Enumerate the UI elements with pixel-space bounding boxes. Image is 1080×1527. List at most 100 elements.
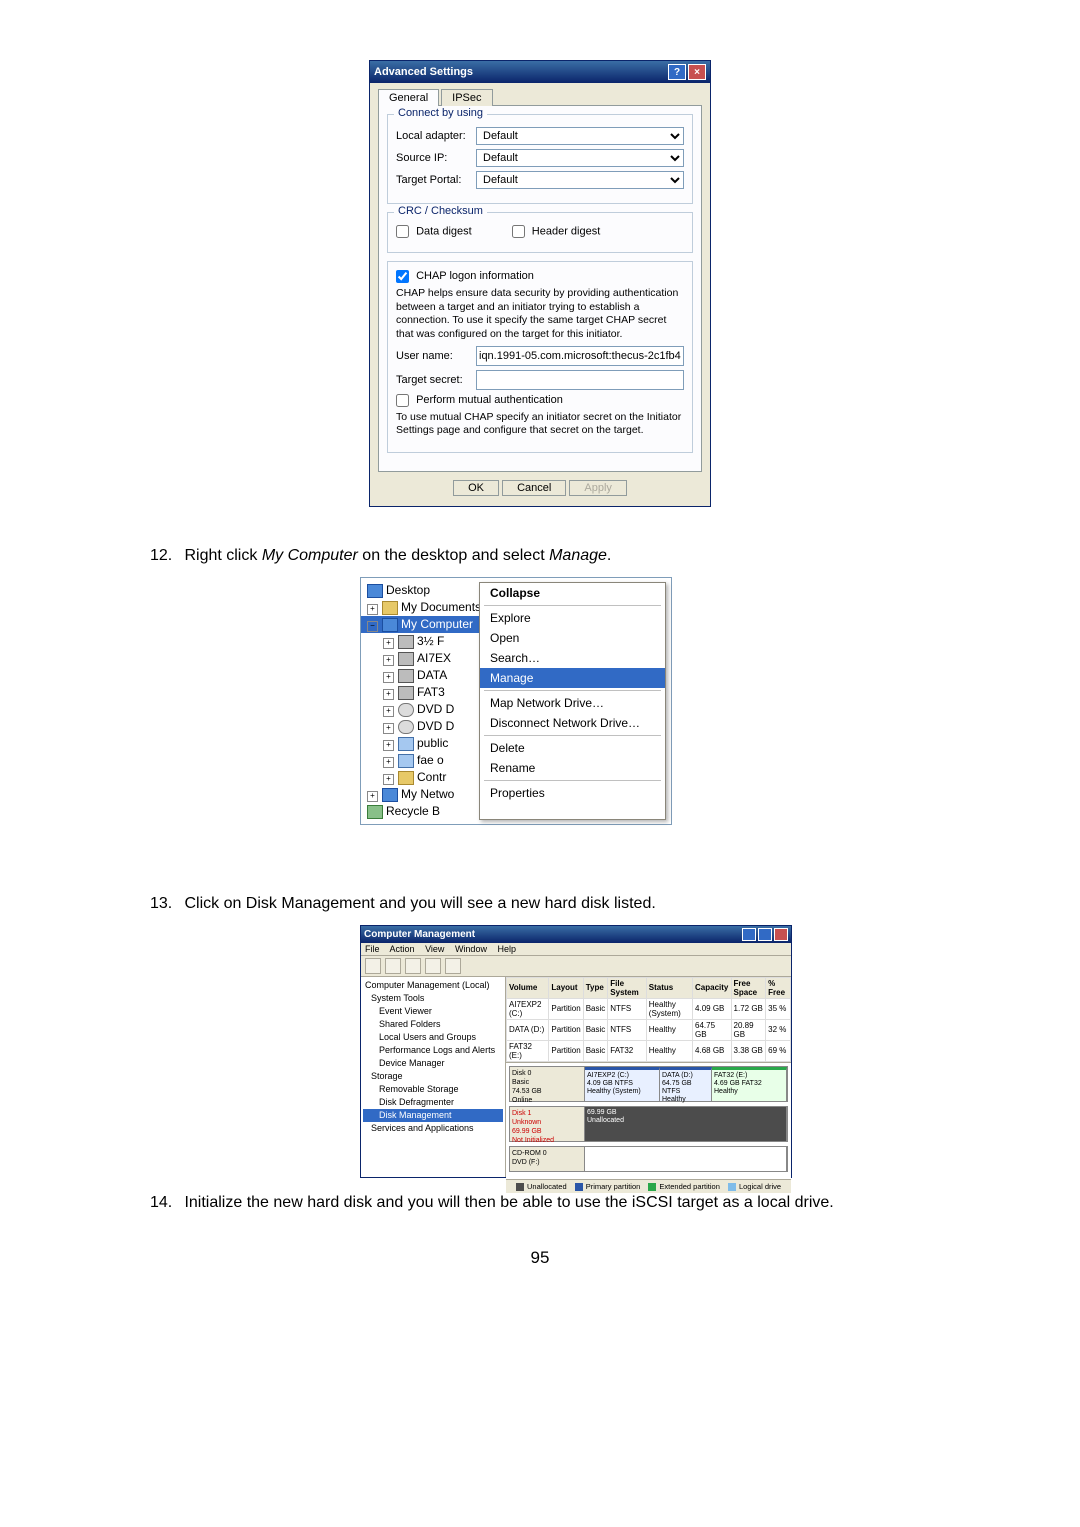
tree-item[interactable]: +DATA: [361, 667, 479, 684]
ok-button[interactable]: OK: [453, 480, 499, 496]
cm-tree-item[interactable]: Services and Applications: [363, 1122, 503, 1135]
menu-search[interactable]: Search…: [480, 648, 665, 668]
partition-unallocated[interactable]: 69.99 GBUnallocated: [585, 1107, 787, 1141]
expand-icon[interactable]: +: [383, 757, 394, 768]
expand-icon[interactable]: +: [383, 638, 394, 649]
menu-disconnect-drive[interactable]: Disconnect Network Drive…: [480, 713, 665, 733]
local-adapter-select[interactable]: Default: [476, 127, 684, 145]
menu-properties[interactable]: Properties: [480, 783, 665, 803]
expand-icon[interactable]: +: [383, 723, 394, 734]
expand-icon[interactable]: +: [383, 706, 394, 717]
cm-tree-item[interactable]: Performance Logs and Alerts: [363, 1044, 503, 1057]
tree-item[interactable]: +FAT3: [361, 684, 479, 701]
recycle-bin-icon: [367, 805, 383, 819]
tree-item[interactable]: +3½ F: [361, 633, 479, 650]
toolbar-button[interactable]: [445, 958, 461, 974]
tree-my-network[interactable]: +My Netwo: [361, 786, 479, 803]
tab-general[interactable]: General: [378, 89, 439, 106]
tree-item[interactable]: +DVD D: [361, 718, 479, 735]
menu-collapse[interactable]: Collapse: [480, 583, 665, 603]
col-header[interactable]: Free Space: [731, 977, 766, 998]
toolbar-button[interactable]: [365, 958, 381, 974]
tree-item[interactable]: +AI7EX: [361, 650, 479, 667]
disk-0-row[interactable]: Disk 0Basic74.53 GBOnline AI7EXP2 (C:)4.…: [509, 1066, 788, 1102]
chap-logon-checkbox[interactable]: CHAP logon information: [396, 270, 534, 282]
expand-icon[interactable]: +: [383, 672, 394, 683]
tree-item[interactable]: +Contr: [361, 769, 479, 786]
table-row[interactable]: FAT32 (E:)PartitionBasicFAT32Healthy4.68…: [507, 1040, 791, 1061]
cm-tree-item[interactable]: System Tools: [363, 992, 503, 1005]
target-secret-input[interactable]: [476, 370, 684, 390]
menu-open[interactable]: Open: [480, 628, 665, 648]
cm-tree-item[interactable]: Event Viewer: [363, 1005, 503, 1018]
cancel-button[interactable]: Cancel: [502, 480, 566, 496]
col-header[interactable]: Volume: [507, 977, 549, 998]
partition-c[interactable]: AI7EXP2 (C:)4.09 GB NTFSHealthy (System): [585, 1067, 660, 1101]
partition-e[interactable]: FAT32 (E:)4.69 GB FAT32Healthy: [712, 1067, 787, 1101]
header-digest-input[interactable]: [512, 225, 525, 238]
menu-explore[interactable]: Explore: [480, 608, 665, 628]
header-digest-checkbox[interactable]: Header digest: [512, 225, 601, 238]
col-header[interactable]: Layout: [549, 977, 583, 998]
user-name-input[interactable]: [476, 346, 684, 366]
expand-icon[interactable]: +: [383, 740, 394, 751]
cdrom-row[interactable]: CD-ROM 0DVD (F:): [509, 1146, 788, 1172]
col-header[interactable]: % Free: [766, 977, 791, 998]
cm-tree-item[interactable]: Local Users and Groups: [363, 1031, 503, 1044]
chap-logon-input[interactable]: [396, 270, 409, 283]
toolbar-button[interactable]: [385, 958, 401, 974]
col-header[interactable]: Type: [583, 977, 608, 998]
cm-tree-item[interactable]: Removable Storage: [363, 1083, 503, 1096]
close-icon[interactable]: ×: [688, 64, 706, 80]
tree-item[interactable]: +DVD D: [361, 701, 479, 718]
cm-tree-disk-management[interactable]: Disk Management: [363, 1109, 503, 1122]
tree-item[interactable]: +fae o: [361, 752, 479, 769]
target-portal-select[interactable]: Default: [476, 171, 684, 189]
expand-icon[interactable]: +: [383, 774, 394, 785]
menu-action[interactable]: Action: [390, 944, 415, 954]
tree-recycle[interactable]: Recycle B: [361, 803, 479, 820]
cm-tree-item[interactable]: Computer Management (Local): [363, 979, 503, 992]
cm-tree-item[interactable]: Device Manager: [363, 1057, 503, 1070]
menu-help[interactable]: Help: [497, 944, 516, 954]
network-drive-icon: [398, 737, 414, 751]
data-digest-input[interactable]: [396, 225, 409, 238]
expand-icon[interactable]: +: [367, 791, 378, 802]
menu-rename[interactable]: Rename: [480, 758, 665, 778]
toolbar-button[interactable]: [405, 958, 421, 974]
mutual-auth-input[interactable]: [396, 394, 409, 407]
expand-icon[interactable]: +: [367, 604, 378, 615]
expand-icon[interactable]: +: [383, 655, 394, 666]
close-icon[interactable]: [774, 928, 788, 941]
col-header[interactable]: Capacity: [693, 977, 732, 998]
expand-icon[interactable]: +: [383, 689, 394, 700]
menu-manage[interactable]: Manage: [480, 668, 665, 688]
tab-ipsec[interactable]: IPSec: [441, 89, 492, 106]
maximize-icon[interactable]: [758, 928, 772, 941]
col-header[interactable]: Status: [646, 977, 692, 998]
tree-item[interactable]: +public: [361, 735, 479, 752]
tree-my-computer[interactable]: −My Computer: [361, 616, 479, 633]
disk-1-row[interactable]: Disk 1Unknown69.99 GBNot Initialized 69.…: [509, 1106, 788, 1142]
data-digest-checkbox[interactable]: Data digest: [396, 225, 472, 238]
table-row[interactable]: DATA (D:)PartitionBasicNTFSHealthy64.75 …: [507, 1019, 791, 1040]
source-ip-select[interactable]: Default: [476, 149, 684, 167]
cm-tree-item[interactable]: Storage: [363, 1070, 503, 1083]
partition-d[interactable]: DATA (D:)64.75 GB NTFSHealthy: [660, 1067, 712, 1101]
tree-desktop[interactable]: Desktop: [361, 582, 479, 599]
toolbar-button[interactable]: [425, 958, 441, 974]
table-row[interactable]: AI7EXP2 (C:)PartitionBasicNTFSHealthy (S…: [507, 998, 791, 1019]
cm-tree-item[interactable]: Shared Folders: [363, 1018, 503, 1031]
col-header[interactable]: File System: [608, 977, 647, 998]
menu-window[interactable]: Window: [455, 944, 487, 954]
menu-map-drive[interactable]: Map Network Drive…: [480, 693, 665, 713]
cm-tree-item[interactable]: Disk Defragmenter: [363, 1096, 503, 1109]
collapse-icon[interactable]: −: [367, 621, 378, 632]
menu-delete[interactable]: Delete: [480, 738, 665, 758]
tree-my-documents[interactable]: +My Documents: [361, 599, 479, 616]
menu-file[interactable]: File: [365, 944, 380, 954]
help-icon[interactable]: ?: [668, 64, 686, 80]
mutual-auth-checkbox[interactable]: Perform mutual authentication: [396, 394, 563, 406]
minimize-icon[interactable]: [742, 928, 756, 941]
menu-view[interactable]: View: [425, 944, 444, 954]
